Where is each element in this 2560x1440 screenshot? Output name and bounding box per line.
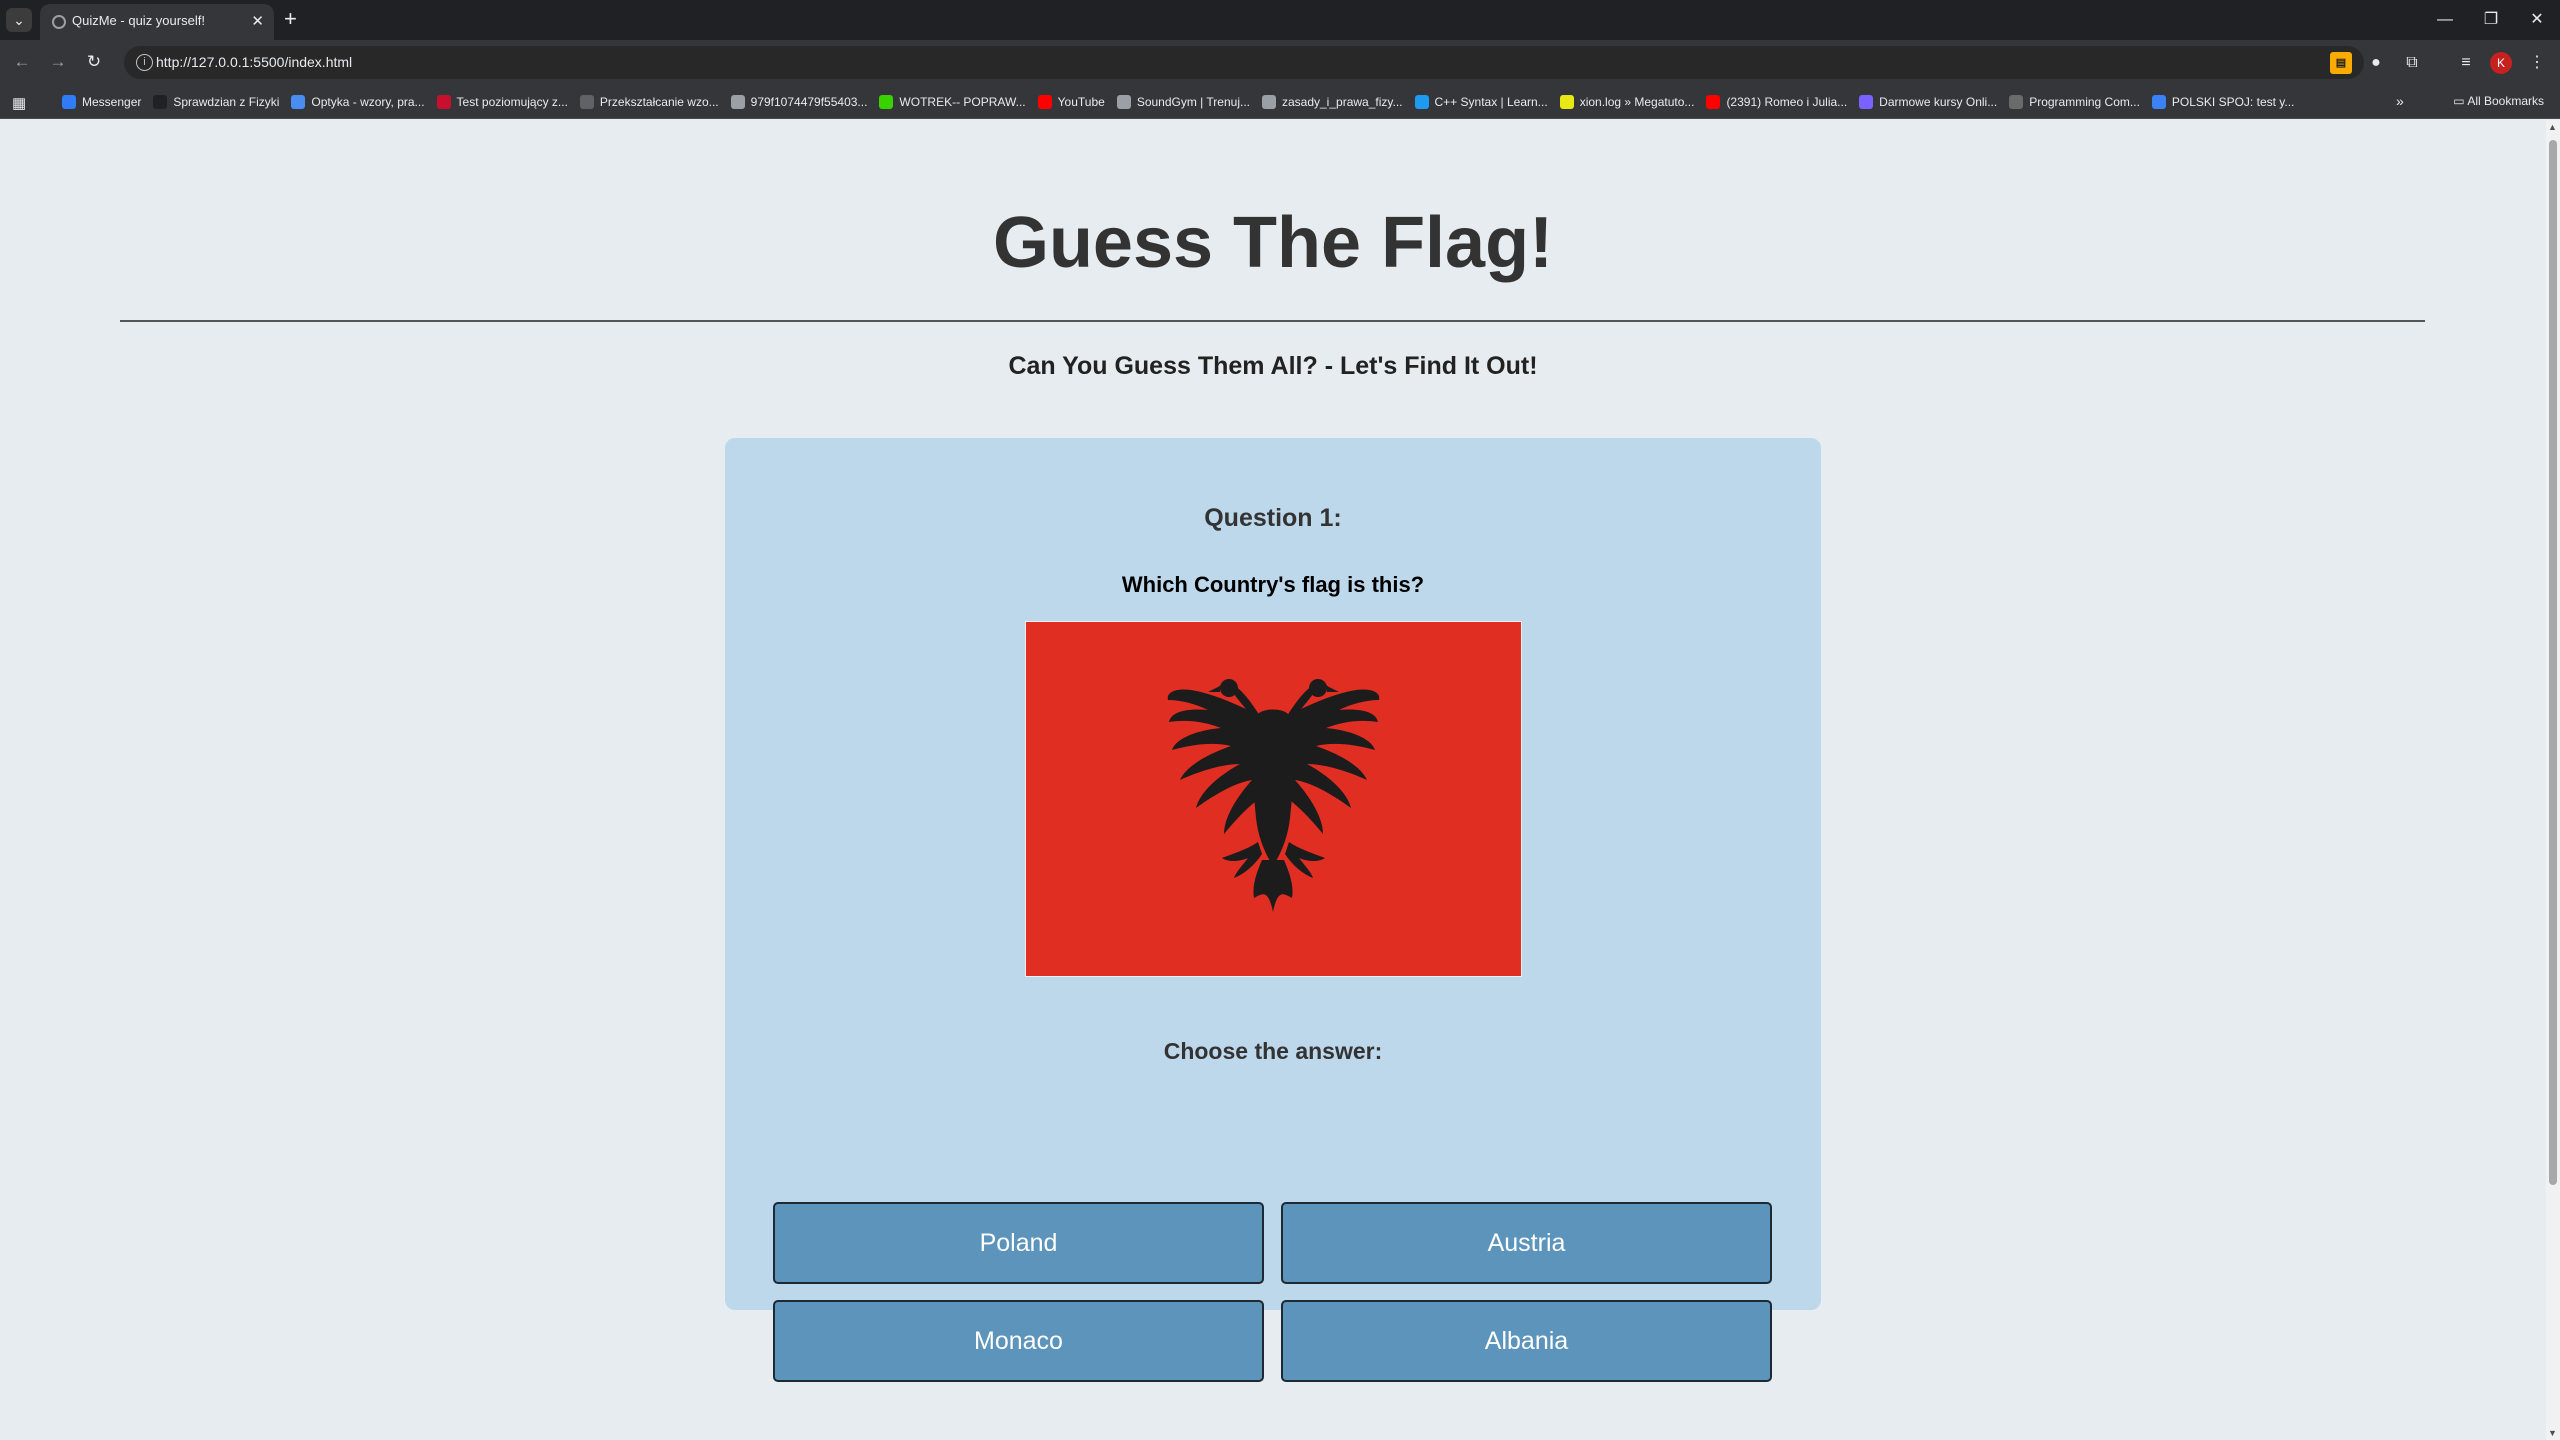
site-info-icon[interactable]: i [136,54,153,71]
choose-answer-label: Choose the answer: [1163,1038,1383,1064]
bookmark-favicon-icon [1859,95,1874,109]
bookmark-label: xion.log » Megatuto... [1579,95,1695,109]
extensions-puzzle-icon[interactable]: ⧉ [2401,52,2423,74]
bookmark-item[interactable]: WOTREK-- POPRAW... [873,88,1031,116]
albania-flag-image [1025,621,1522,977]
bookmark-item[interactable]: Darmowe kursy Onli... [1853,88,2003,116]
bookmark-item[interactable]: Przekształcanie wzo... [574,88,725,116]
bookmark-item[interactable]: SoundGym | Trenuj... [1111,88,1256,116]
restore-icon[interactable]: ❐ [2468,0,2514,40]
bookmark-label: Sprawdzian z Fizyki [173,95,280,109]
bookmark-label: YouTube [1057,95,1105,109]
bookmark-list: Messenger Sprawdzian z Fizyki Optyka - wzo… [56,85,2300,119]
forward-arrow-icon[interactable]: → [46,50,70,74]
minimize-icon[interactable]: — [2422,0,2468,40]
bookmark-item[interactable]: Sprawdzian z Fizyki [147,88,285,116]
bookmark-item[interactable]: Programming Com... [2003,88,2146,116]
double-headed-eagle-icon [1167,679,1380,912]
bookmark-favicon-icon [1037,95,1052,109]
scroll-up-arrow-icon[interactable]: ▲ [2548,122,2557,132]
bookmark-label: Test poziomujący z... [456,95,568,109]
bookmark-favicon-icon [153,95,168,109]
page-title: Guess The Flag! [992,203,1554,283]
bookmark-favicon-icon [1559,95,1574,109]
bookmark-label: SoundGym | Trenuj... [1136,95,1250,109]
more-bookmarks-chevron-icon[interactable]: » [2396,93,2404,109]
bookmark-label: Programming Com... [2029,95,2140,109]
bookmark-label: Messenger [82,95,142,109]
answer-button-4[interactable]: Albania [1281,1300,1772,1382]
all-bookmarks-label: All Bookmarks [2467,94,2544,108]
bookmark-label: zasady_i_prawa_fizy... [1281,95,1403,109]
tab-search-chevron-icon[interactable]: ⌄ [6,8,32,32]
bookmark-label: Optyka - wzory, pra... [311,95,425,109]
folder-icon: ▭ [2453,94,2468,108]
extension-shield-icon[interactable]: ● [2365,52,2387,74]
apps-grid-icon[interactable]: ▦ [12,94,26,112]
new-tab-plus-icon[interactable]: + [284,6,297,32]
bookmark-favicon-icon [2151,95,2166,109]
window-controls: — ❐ ✕ [2422,0,2560,40]
browser-tab-bar: ⌄ QuizMe - quiz yourself! ✕ + — ❐ ✕ [0,0,2560,40]
page-scrollbar[interactable]: ▲ ▼ [2546,120,2560,1440]
bookmark-favicon-icon [730,95,745,109]
bookmark-item[interactable]: zasady_i_prawa_fizy... [1256,88,1409,116]
bookmark-label: POLSKI SPOJ: test y... [2171,95,2295,109]
bookmark-item[interactable]: Test poziomujący z... [431,88,574,116]
scroll-down-arrow-icon[interactable]: ▼ [2548,1428,2557,1438]
profile-avatar[interactable]: K [2490,52,2512,74]
address-bar[interactable]: i http://127.0.0.1:5500/index.html ☆ [124,46,2364,79]
browser-menu-kebab-icon[interactable]: ⋮ [2526,52,2548,74]
bookmark-favicon-icon [1414,95,1429,109]
question-text: Which Country's flag is this? [1121,572,1425,597]
extension-note-icon[interactable]: ▤ [2330,52,2352,74]
tab-favicon-icon [52,15,66,29]
close-tab-icon[interactable]: ✕ [251,12,264,30]
bookmark-favicon-icon [62,95,76,109]
bookmark-label: Przekształcanie wzo... [599,95,719,109]
bookmark-label: WOTREK-- POPRAW... [899,95,1026,109]
browser-toolbar: ← → ↻ i http://127.0.0.1:5500/index.html… [0,40,2560,85]
bookmark-item[interactable]: C++ Syntax | Learn... [1409,88,1554,116]
bookmarks-bar: ▦ Messenger Sprawdzian z Fizyki Optyka - w… [0,85,2560,119]
answer-button-1[interactable]: Poland [773,1202,1264,1284]
url-text: http://127.0.0.1:5500/index.html [156,54,353,70]
title-divider [120,320,2425,322]
bookmark-label: Darmowe kursy Onli... [1879,95,1998,109]
page-subtitle: Can You Guess Them All? - Let's Find It … [1008,352,1538,380]
bookmark-favicon-icon [1261,95,1276,109]
tab-title: QuizMe - quiz yourself! [72,13,205,28]
scrollbar-thumb[interactable] [2549,140,2557,1185]
bookmark-item[interactable]: Messenger [56,88,147,116]
bookmark-item[interactable]: Optyka - wzory, pra... [285,88,430,116]
question-number: Question 1: [1204,504,1342,532]
bookmark-item[interactable]: YouTube [1032,88,1111,116]
media-controls-icon[interactable]: ≡ [2455,52,2477,74]
bookmark-label: 979f1074479f55403... [750,95,868,109]
bookmark-item[interactable]: 979f1074479f55403... [725,88,874,116]
bookmark-favicon-icon [579,95,594,109]
quiz-card: Question 1: Which Country's flag is this… [725,438,1821,1382]
answer-button-3[interactable]: Monaco [773,1300,1264,1382]
bookmark-favicon-icon [1706,95,1721,109]
browser-tab[interactable]: QuizMe - quiz yourself! ✕ [40,4,274,40]
bookmark-favicon-icon [2009,95,2024,109]
all-bookmarks-folder[interactable]: ▭ All Bookmarks [2453,94,2544,108]
bookmark-item[interactable]: (2391) Romeo i Julia... [1700,88,1853,116]
bookmark-item[interactable]: xion.log » Megatuto... [1554,88,1701,116]
bookmark-favicon-icon [436,95,451,109]
bookmark-favicon-icon [879,95,894,109]
close-window-icon[interactable]: ✕ [2514,0,2560,40]
bookmark-favicon-icon [291,95,306,109]
bookmark-item[interactable]: POLSKI SPOJ: test y... [2146,88,2300,116]
back-arrow-icon[interactable]: ← [10,50,34,74]
reload-icon[interactable]: ↻ [82,50,106,74]
bookmark-label: C++ Syntax | Learn... [1434,95,1548,109]
bookmark-favicon-icon [1116,95,1131,109]
answer-button-2[interactable]: Austria [1281,1202,1772,1284]
page-viewport: Guess The Flag! Can You Guess Them All? … [0,120,2546,1440]
bookmark-label: (2391) Romeo i Julia... [1726,95,1848,109]
